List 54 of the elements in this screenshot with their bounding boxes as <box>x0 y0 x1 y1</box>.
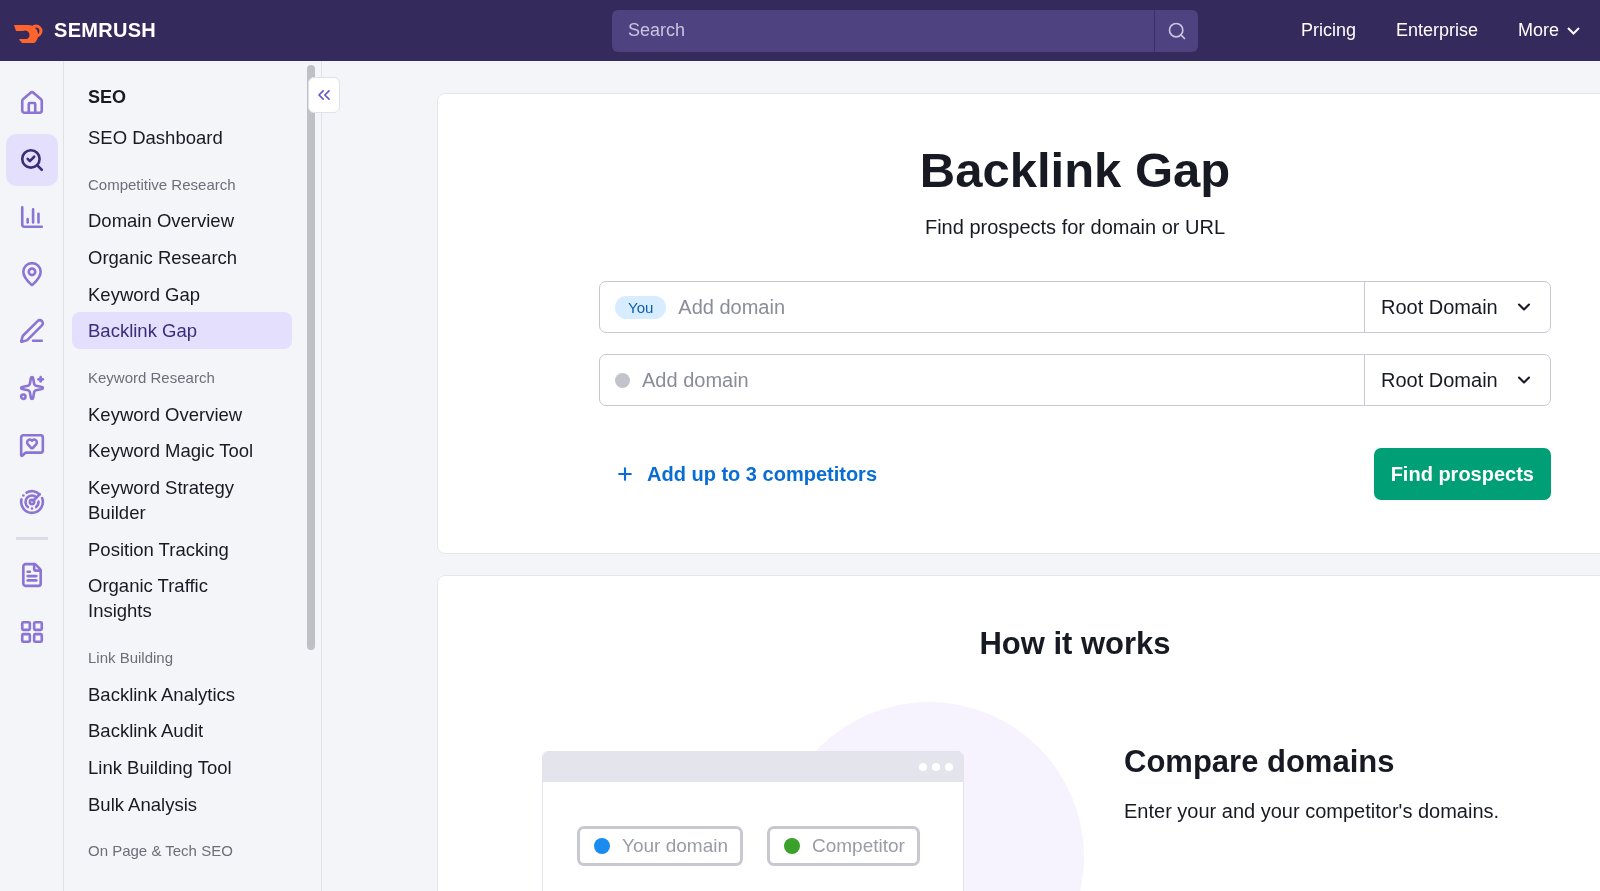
you-badge: You <box>615 295 667 319</box>
collapse-button[interactable] <box>308 77 340 113</box>
chip-label: Your domain <box>622 835 728 857</box>
scope-dropdown[interactable]: Root Domain <box>1364 355 1550 405</box>
sidebar-item[interactable]: Position Tracking <box>72 530 292 568</box>
apps-icon <box>18 619 45 645</box>
sidebar-item[interactable]: Link Building Tool <box>72 749 292 786</box>
sidebar-item[interactable]: Backlink Gap <box>72 312 292 349</box>
chevron-down-icon <box>1567 26 1580 35</box>
step-text: Enter your and your competitor's domains. <box>1124 800 1500 823</box>
sidebar-item[interactable]: Backlink Audit <box>72 712 292 750</box>
search-button[interactable] <box>1154 9 1198 52</box>
page-title: Backlink Gap <box>919 142 1231 198</box>
rail-button[interactable] <box>5 134 58 186</box>
logo-text[interactable]: SEMRUSH <box>54 19 157 42</box>
sidebar-item[interactable]: Keyword Strategy Builder <box>72 469 292 531</box>
heart-message-icon <box>18 432 45 458</box>
sidebar-item[interactable]: Keyword Gap <box>72 275 292 313</box>
sidebar-item[interactable]: SEO Dashboard <box>72 119 292 156</box>
section-heading: On Page & Tech SEO <box>87 842 234 860</box>
domain-field[interactable]: Add domain Root Domain <box>599 354 1551 406</box>
status-dot <box>615 372 630 388</box>
nav-link[interactable]: Pricing <box>1280 20 1376 41</box>
scrollbar-thumb[interactable] <box>306 65 315 650</box>
sidebar-item[interactable]: Organic Traffic Insights <box>72 567 292 629</box>
sidebar-item[interactable]: Bulk Analysis <box>72 785 292 823</box>
section-heading: Keyword Research <box>87 368 216 386</box>
bar-chart-icon <box>18 204 45 230</box>
search-icon <box>1166 20 1187 41</box>
chip-label: Competitor <box>812 835 905 857</box>
sparkles-icon <box>18 375 45 401</box>
window-dot <box>919 763 927 771</box>
window-dot <box>932 763 940 771</box>
section-heading: Link Building <box>87 648 175 666</box>
step-title: Compare domains <box>1124 744 1396 780</box>
sidebar-item[interactable]: Keyword Overview <box>72 395 292 433</box>
sidebar-item[interactable]: Organic Research <box>72 239 292 276</box>
plus-icon <box>615 464 635 484</box>
nav-link[interactable]: Enterprise <box>1375 20 1498 41</box>
add-competitors-link[interactable]: Add up to 3 competitors <box>615 462 877 486</box>
section-heading: Competitive Research <box>87 175 237 193</box>
scope-dropdown[interactable]: Root Domain <box>1364 282 1550 332</box>
sidebar-item[interactable]: Domain Overview <box>72 202 292 240</box>
page-subtitle: Find prospects for domain or URL <box>924 216 1226 239</box>
nav-link[interactable]: More <box>1498 20 1600 41</box>
home-icon <box>18 90 45 116</box>
pen-icon <box>18 318 45 344</box>
magnifier-icon <box>18 147 45 173</box>
domain-field[interactable]: You Add domain Root Domain <box>599 281 1551 333</box>
section-title: How it works <box>979 626 1171 662</box>
sidebar-item[interactable]: Keyword Magic Tool <box>72 432 292 470</box>
sidebar-item[interactable]: Backlink Analytics <box>72 675 292 713</box>
sidebar-title: SEO <box>87 85 127 109</box>
window-dot <box>945 763 953 771</box>
